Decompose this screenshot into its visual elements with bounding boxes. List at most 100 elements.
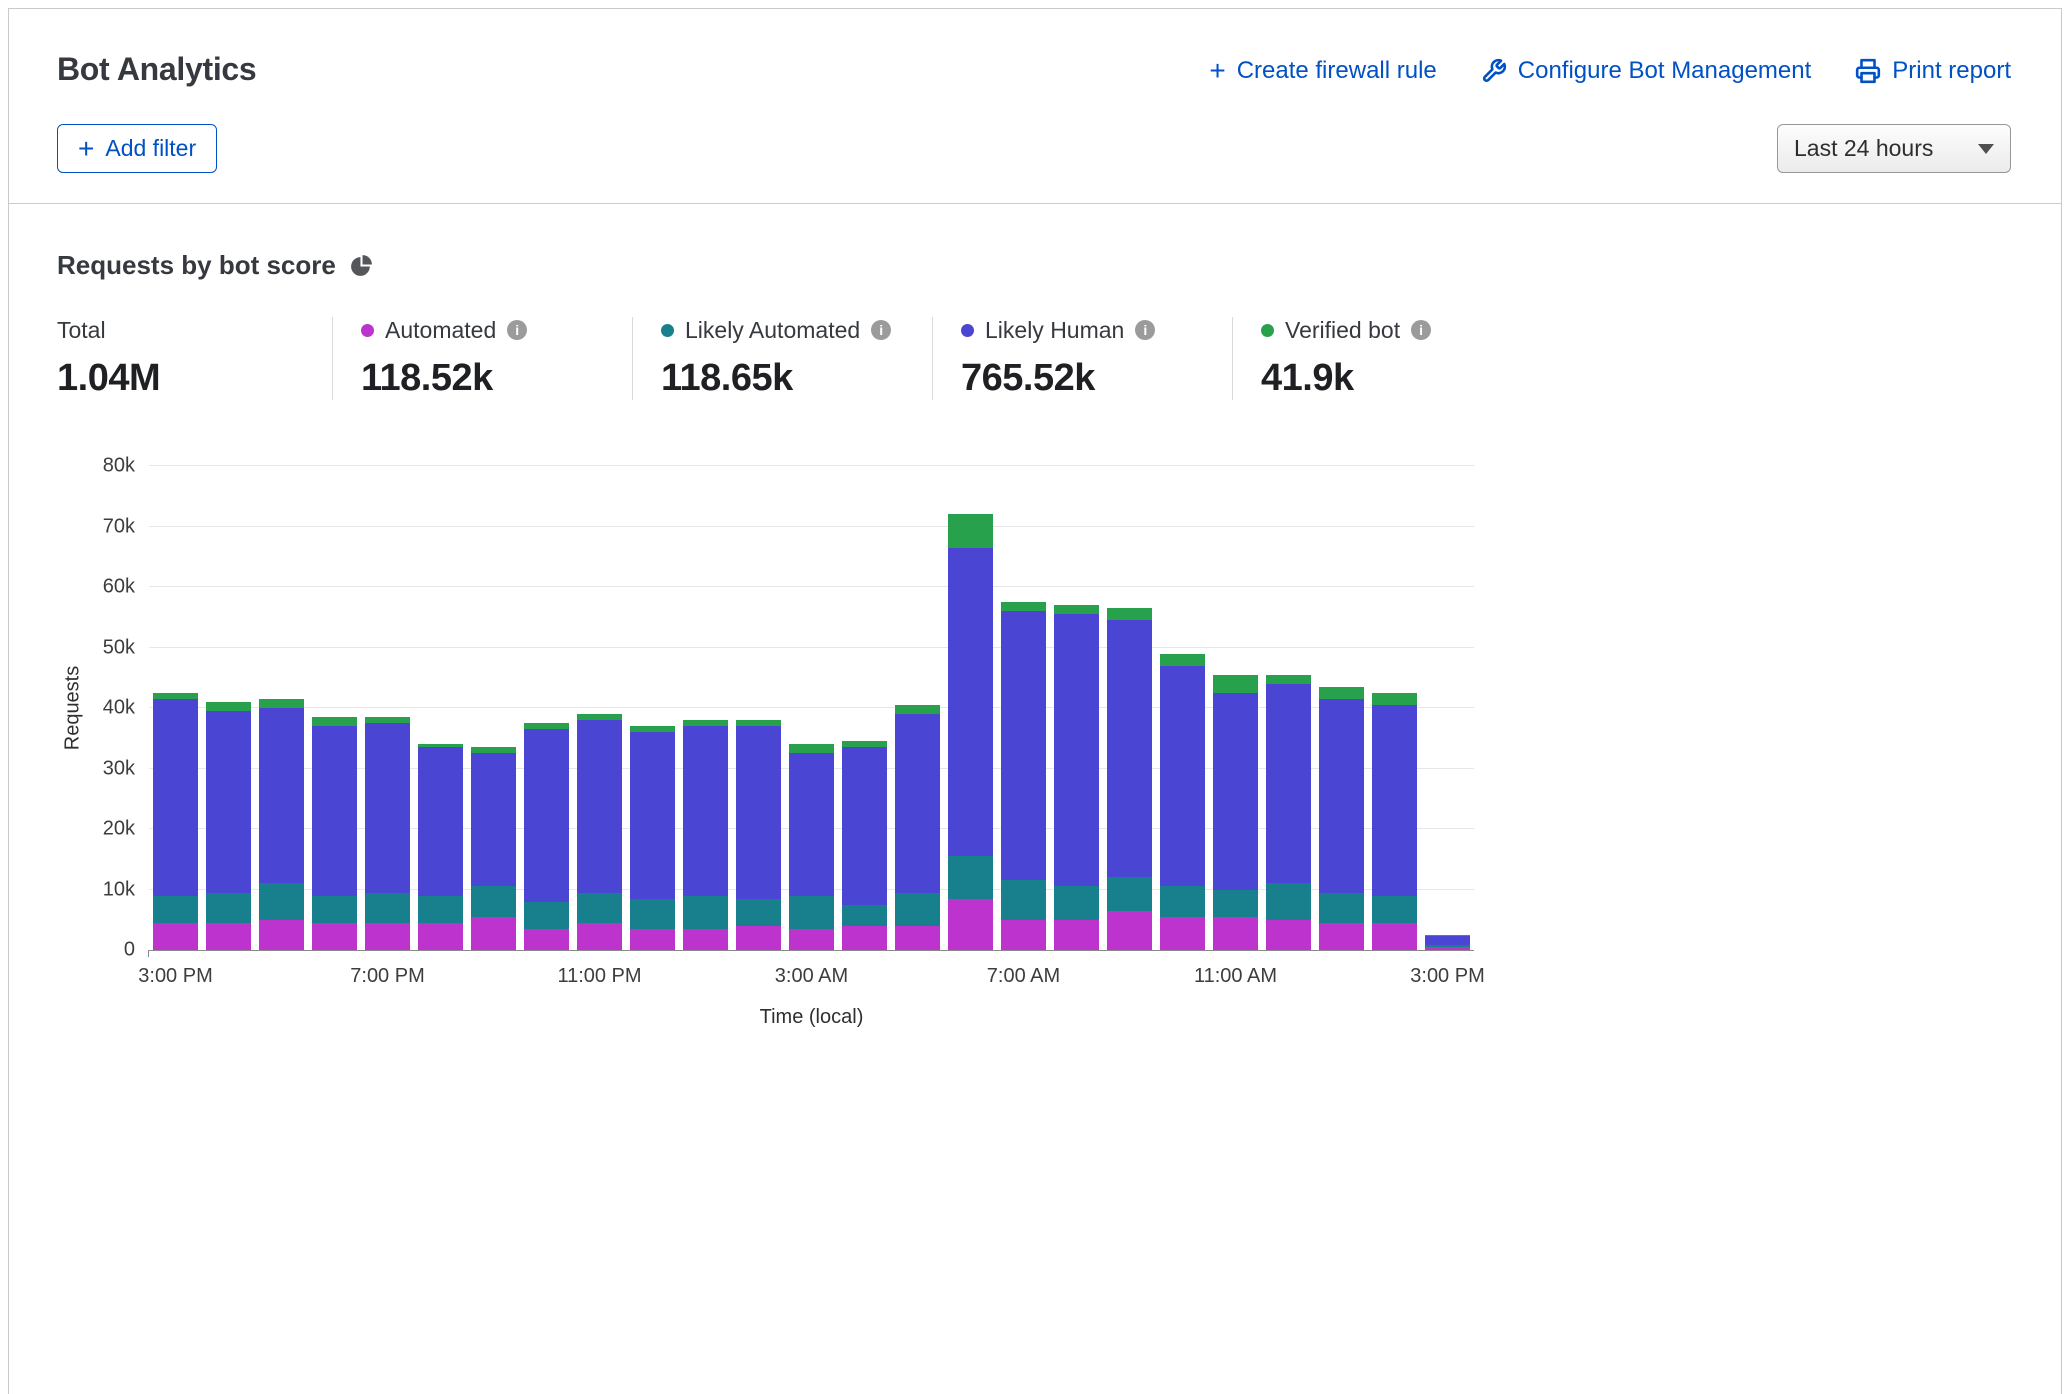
bar-slot[interactable] bbox=[1319, 466, 1364, 950]
bar-segment-verified-bot bbox=[1266, 675, 1311, 684]
bar-slot[interactable] bbox=[1213, 466, 1258, 950]
bar-segment-automated bbox=[206, 923, 251, 950]
bar-slot[interactable] bbox=[630, 466, 675, 950]
time-range-value: Last 24 hours bbox=[1794, 135, 1933, 162]
x-tick-label: 3:00 PM bbox=[138, 965, 212, 988]
bar-segment-likely-automated bbox=[577, 893, 622, 923]
bar-slot[interactable] bbox=[1425, 466, 1470, 950]
create-firewall-rule-link[interactable]: + Create firewall rule bbox=[1209, 57, 1436, 85]
bar-slot[interactable] bbox=[789, 466, 834, 950]
bar-slot[interactable] bbox=[312, 466, 357, 950]
x-axis-title: Time (local) bbox=[760, 1006, 864, 1029]
bar-segment-likely-human bbox=[1160, 666, 1205, 887]
section-title: Requests by bot score bbox=[57, 250, 336, 281]
bar-segment-likely-automated bbox=[1001, 880, 1046, 919]
bar-segment-likely-automated bbox=[1372, 896, 1417, 923]
bar-segment-verified-bot bbox=[1107, 608, 1152, 620]
print-report-link[interactable]: Print report bbox=[1855, 57, 2011, 85]
y-tick-label: 10k bbox=[103, 878, 135, 901]
section-title-row: Requests by bot score bbox=[57, 250, 2013, 281]
stats-row: Total 1.04M Automated i 118.52k Likely A… bbox=[57, 317, 2013, 400]
bar-slot[interactable] bbox=[206, 466, 251, 950]
info-icon[interactable]: i bbox=[1411, 320, 1431, 340]
info-icon[interactable]: i bbox=[1135, 320, 1155, 340]
configure-bot-management-link[interactable]: Configure Bot Management bbox=[1481, 57, 1812, 85]
action-label: Print report bbox=[1892, 57, 2011, 85]
bar-segment-verified-bot bbox=[895, 705, 940, 714]
stat-value: 41.9k bbox=[1261, 357, 1532, 400]
x-axis-labels: 3:00 PM7:00 PM11:00 PM3:00 AM7:00 AM11:0… bbox=[149, 950, 1474, 990]
time-range-dropdown[interactable]: Last 24 hours bbox=[1777, 124, 2011, 173]
bar-slot[interactable] bbox=[153, 466, 198, 950]
stat-label: Likely Automated bbox=[685, 317, 860, 344]
bar-slot[interactable] bbox=[259, 466, 304, 950]
bar-slot[interactable] bbox=[524, 466, 569, 950]
bar-slot[interactable] bbox=[365, 466, 410, 950]
x-tick-label: 7:00 AM bbox=[987, 965, 1060, 988]
bar-segment-likely-human bbox=[789, 753, 834, 895]
bar-segment-automated bbox=[1372, 923, 1417, 950]
stat-value: 118.65k bbox=[661, 357, 932, 400]
stat-label: Automated bbox=[385, 317, 496, 344]
bar-slot[interactable] bbox=[577, 466, 622, 950]
y-tick-label: 80k bbox=[103, 455, 135, 478]
bar-slot[interactable] bbox=[736, 466, 781, 950]
bar-segment-likely-automated bbox=[630, 899, 675, 929]
bar-segment-verified-bot bbox=[1213, 675, 1258, 693]
bar-segment-automated bbox=[895, 926, 940, 950]
stat-likely-automated: Likely Automated i 118.65k bbox=[632, 317, 932, 400]
stat-verified-bot: Verified bot i 41.9k bbox=[1232, 317, 1532, 400]
legend-dot-likely-automated bbox=[661, 324, 674, 337]
bar-slot[interactable] bbox=[1001, 466, 1046, 950]
bar-segment-likely-automated bbox=[1054, 886, 1099, 919]
action-label: Create firewall rule bbox=[1237, 57, 1437, 85]
bar-slot[interactable] bbox=[683, 466, 728, 950]
bar-segment-likely-automated bbox=[418, 896, 463, 923]
filter-row: + Add filter Last 24 hours bbox=[9, 88, 2061, 203]
bar-segment-automated bbox=[683, 929, 728, 950]
bar-segment-likely-automated bbox=[471, 886, 516, 916]
bar-segment-likely-human bbox=[1054, 614, 1099, 886]
bar-segment-likely-automated bbox=[683, 896, 728, 929]
bar-slot[interactable] bbox=[1107, 466, 1152, 950]
bar-slot[interactable] bbox=[418, 466, 463, 950]
bar-segment-automated bbox=[948, 899, 993, 950]
page-title: Bot Analytics bbox=[57, 51, 256, 88]
y-tick-label: 60k bbox=[103, 576, 135, 599]
bar-segment-likely-human bbox=[312, 726, 357, 895]
bar-segment-likely-automated bbox=[1160, 886, 1205, 916]
bar-segment-verified-bot bbox=[1319, 687, 1364, 699]
bar-slot[interactable] bbox=[1160, 466, 1205, 950]
stat-value: 1.04M bbox=[57, 357, 332, 400]
bar-slot[interactable] bbox=[895, 466, 940, 950]
bar-segment-likely-human bbox=[471, 753, 516, 886]
bar-slot[interactable] bbox=[842, 466, 887, 950]
stat-total: Total 1.04M bbox=[57, 317, 332, 400]
info-icon[interactable]: i bbox=[871, 320, 891, 340]
bar-segment-automated bbox=[524, 929, 569, 950]
pie-chart-icon[interactable] bbox=[349, 253, 374, 278]
bar-segment-likely-human bbox=[153, 699, 198, 896]
bar-segment-verified-bot bbox=[1372, 693, 1417, 705]
stat-label: Verified bot bbox=[1285, 317, 1400, 344]
stat-value: 118.52k bbox=[361, 357, 632, 400]
bar-segment-verified-bot bbox=[206, 702, 251, 711]
bar-segment-likely-automated bbox=[1319, 893, 1364, 923]
requests-by-bot-score-section: Requests by bot score Total 1.04M Automa… bbox=[9, 204, 2061, 1040]
bar-slot[interactable] bbox=[948, 466, 993, 950]
bar-slot[interactable] bbox=[1054, 466, 1099, 950]
bar-segment-likely-human bbox=[577, 720, 622, 892]
plus-icon: + bbox=[1209, 60, 1225, 82]
info-icon[interactable]: i bbox=[507, 320, 527, 340]
bar-slot[interactable] bbox=[1266, 466, 1311, 950]
y-tick-label: 0 bbox=[124, 939, 135, 962]
bar-slot[interactable] bbox=[471, 466, 516, 950]
bar-segment-likely-automated bbox=[736, 899, 781, 926]
y-tick-label: 20k bbox=[103, 818, 135, 841]
bar-segment-likely-human bbox=[948, 548, 993, 857]
y-tick-label: 50k bbox=[103, 636, 135, 659]
bar-segment-automated bbox=[365, 923, 410, 950]
add-filter-button[interactable]: + Add filter bbox=[57, 124, 217, 173]
bar-slot[interactable] bbox=[1372, 466, 1417, 950]
bar-segment-likely-human bbox=[206, 711, 251, 893]
